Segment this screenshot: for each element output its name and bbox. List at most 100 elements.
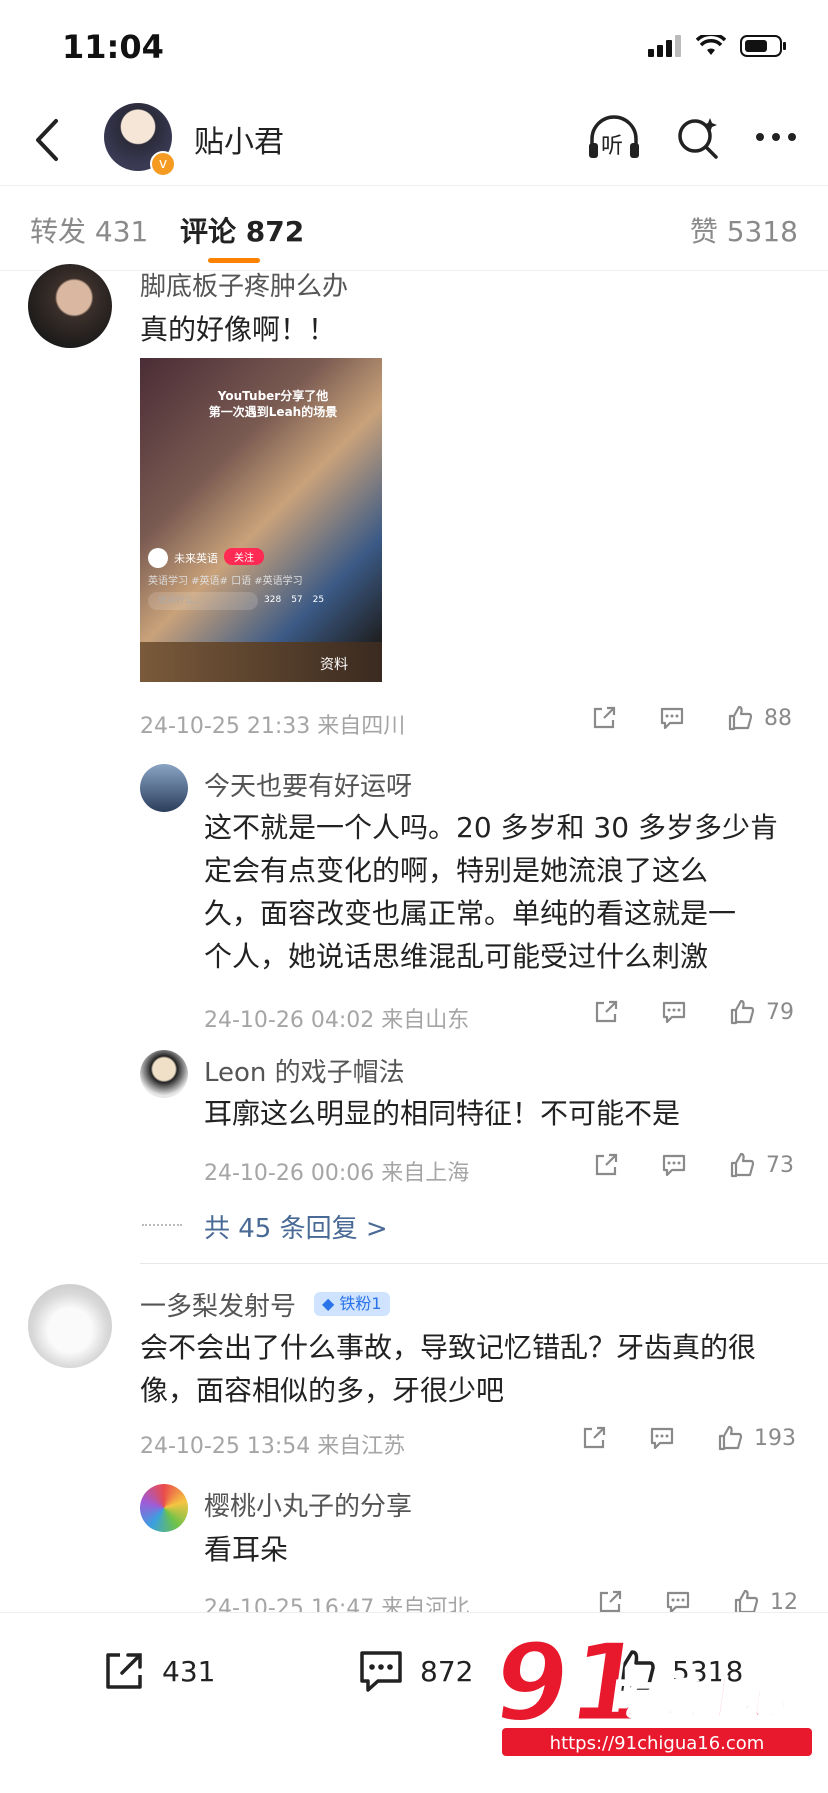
reply-meta: 24-10-26 04:02 来自山东 — [204, 1008, 470, 1033]
share-button[interactable] — [590, 704, 618, 732]
verified-badge-icon: v — [150, 151, 176, 177]
avatar[interactable] — [140, 764, 188, 812]
reply-button[interactable] — [660, 1151, 688, 1179]
tab-repost[interactable]: 转发 431 — [30, 210, 148, 250]
tab-indicator — [208, 258, 260, 263]
reply-button[interactable] — [658, 704, 686, 732]
share-button[interactable] — [580, 1424, 608, 1452]
listen-button[interactable]: 听 — [586, 113, 642, 161]
repost-count: 431 — [162, 1654, 216, 1688]
reply-text-line: 耳廓这么明显的相同特征！不可能不是 — [204, 1097, 681, 1130]
tab-bar: 转发 431 评论 872 赞 5318 — [0, 186, 828, 271]
reply-author[interactable]: Leon 的戏子帽法 — [204, 1052, 405, 1089]
share-button[interactable] — [592, 998, 620, 1026]
reply-button[interactable] — [648, 1424, 676, 1452]
image-caption: YouTuber分享了他 第一次遇到Leah的场景 — [188, 388, 358, 420]
page-title[interactable]: 贴小君 — [194, 117, 284, 161]
comment-text-line: 像，面容相似的多，牙很少吧 — [140, 1374, 505, 1407]
reply-text-line: 个人，她说话思维混乱可能受过什么刺激 — [204, 940, 709, 973]
comment-icon — [360, 1651, 402, 1692]
like-count: 88 — [764, 705, 792, 731]
like-count: 193 — [754, 1425, 796, 1451]
channel-name: 未来英语 — [174, 552, 218, 565]
watermark-title: 吃瓜中心 — [608, 1674, 791, 1725]
reply-text-line: 这不就是一个人吗。20 多岁和 30 多岁多少肯 — [204, 811, 778, 844]
like-button[interactable]: 88 — [726, 704, 792, 732]
back-icon[interactable] — [26, 115, 68, 165]
signal-icon — [648, 35, 681, 57]
share-icon — [595, 1153, 618, 1176]
image-likes: 328 — [264, 595, 282, 605]
diamond-icon: ◆ — [322, 1294, 335, 1313]
more-icon[interactable] — [754, 131, 798, 143]
comment-text: 真的好像啊！！ — [140, 313, 337, 346]
tab-like[interactable]: 赞 5318 — [690, 210, 798, 250]
image-tags: 英语学习 #英语# 口语 #英语学习 — [148, 576, 303, 587]
reply-author[interactable]: 樱桃小丸子的分享 — [204, 1486, 412, 1523]
image-input-hint: 说点什么... — [148, 592, 258, 610]
avatar[interactable] — [28, 264, 112, 348]
share-button[interactable] — [592, 1151, 620, 1179]
comment-icon — [650, 1427, 674, 1450]
comment-text: 会不会出了什么事故，导致记忆错乱？牙齿真的很 像，面容相似的多，牙很少吧 — [140, 1326, 756, 1412]
channel-avatar — [148, 548, 168, 568]
comment-icon — [662, 1154, 686, 1177]
comment-count: 872 — [420, 1654, 474, 1688]
comment-author[interactable]: 一多梨发射号 — [140, 1286, 296, 1323]
like-button[interactable]: 79 — [728, 998, 794, 1026]
image-stats: 328 57 25 — [264, 595, 324, 605]
thumbs-up-icon — [730, 1152, 755, 1178]
image-caption-line: 第一次遇到Leah的场景 — [208, 405, 338, 419]
reply-text: 这不就是一个人吗。20 多岁和 30 多岁多少肯 定会有点变化的啊，特别是她流浪… — [204, 806, 778, 978]
avatar[interactable] — [140, 1484, 188, 1532]
tab-comment[interactable]: 评论 872 — [180, 210, 304, 250]
watermark-url: https://91chigua16.com — [550, 1733, 765, 1754]
divider — [140, 1263, 828, 1264]
like-button[interactable]: 193 — [716, 1424, 796, 1452]
avatar[interactable] — [28, 1284, 112, 1368]
comment-meta: 24-10-25 21:33 来自四川 — [140, 714, 406, 739]
comment-icon — [660, 707, 684, 730]
reply-text-line: 久，面容改变也属正常。单纯的看这就是一 — [204, 897, 737, 930]
image-bottom-label: 资料 — [320, 657, 348, 673]
share-icon — [593, 706, 616, 729]
fan-badge-label: 铁粉1 — [339, 1294, 382, 1313]
thumbs-up-icon — [718, 1425, 743, 1451]
reply-button[interactable] — [660, 998, 688, 1026]
share-icon — [583, 1426, 606, 1449]
site-watermark-logo: 91 吃瓜中心 https://91chigua16.com — [484, 1628, 812, 1756]
avatar[interactable] — [140, 1050, 188, 1098]
status-icons — [648, 34, 788, 58]
reply-text-line: 定会有点变化的啊，特别是她流浪了这么 — [204, 854, 709, 887]
like-button[interactable]: 73 — [728, 1151, 794, 1179]
battery-icon — [740, 35, 786, 57]
listen-label: 听 — [601, 134, 624, 159]
search-icon[interactable] — [676, 114, 720, 160]
like-count: 12 — [770, 1589, 798, 1615]
share-icon — [595, 1000, 618, 1023]
top-actions: 听 — [586, 113, 798, 161]
image-caption-line: YouTuber分享了他 — [217, 389, 329, 403]
reply-text: 看耳朵 — [204, 1528, 288, 1571]
repost-button[interactable]: 431 — [100, 1647, 215, 1695]
thumbs-up-icon — [730, 999, 755, 1025]
comment-author[interactable]: 脚底板子疼肿么办 — [140, 266, 348, 303]
follow-button: 关注 — [224, 548, 264, 565]
more-replies-dots — [142, 1224, 182, 1226]
comment-button[interactable]: 872 — [356, 1647, 473, 1695]
top-navigation-bar: v 贴小君 听 — [0, 95, 828, 186]
like-count: 79 — [766, 999, 794, 1025]
comment-image[interactable]: YouTuber分享了他 第一次遇到Leah的场景 未来英语 关注 英语学习 #… — [140, 358, 382, 682]
image-favs: 57 — [291, 595, 303, 605]
more-replies-link[interactable]: 共 45 条回复 > — [204, 1208, 388, 1245]
status-time: 11:04 — [62, 28, 164, 66]
thumbs-up-icon — [728, 705, 753, 731]
comment-meta: 24-10-25 13:54 来自江苏 — [140, 1434, 406, 1459]
reply-text: 耳廓这么明显的相同特征！不可能不是 — [204, 1092, 680, 1135]
fan-badge: ◆ 铁粉1 — [314, 1292, 390, 1316]
comment-icon — [662, 1001, 686, 1024]
comment-text-line: 会不会出了什么事故，导致记忆错乱？牙齿真的很 — [140, 1331, 757, 1364]
wifi-icon — [696, 35, 726, 55]
reply-author[interactable]: 今天也要有好运呀 — [204, 766, 412, 803]
status-bar: 11:04 — [0, 0, 828, 95]
